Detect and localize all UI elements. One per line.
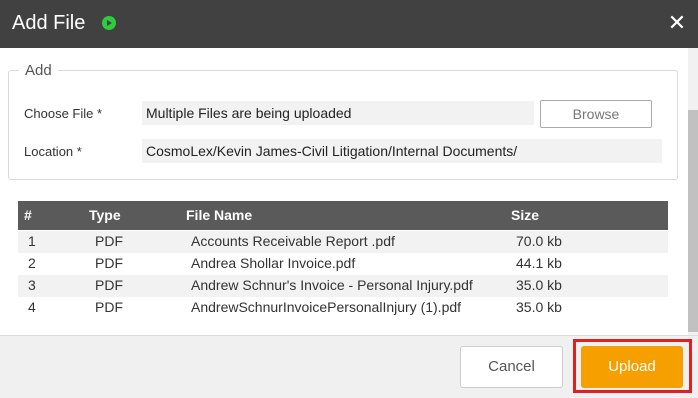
location-label: Location *: [24, 144, 82, 159]
row-type: PDF: [95, 255, 123, 271]
row-file-name: Andrew Schnur's Invoice - Personal Injur…: [191, 277, 473, 293]
col-header-size: Size: [511, 207, 540, 223]
row-file-name: Andrea Shollar Invoice.pdf: [191, 255, 356, 271]
choose-file-label: Choose File *: [24, 106, 103, 121]
col-header-file-name: File Name: [186, 207, 253, 223]
close-icon[interactable]: ✕: [666, 12, 688, 34]
row-size: 35.0 kb: [516, 299, 562, 315]
modal-header: Add File ✕: [0, 0, 698, 48]
row-file-name: AndrewSchnurInvoicePersonalInjury (1).pd…: [191, 299, 462, 315]
location-value: CosmoLex/Kevin James-Civil Litigation/In…: [142, 139, 662, 163]
row-type: PDF: [95, 233, 123, 249]
table-row: 4 PDF AndrewSchnurInvoicePersonalInjury …: [18, 297, 668, 319]
scrollbar-thumb[interactable]: [688, 110, 698, 332]
row-type: PDF: [95, 299, 123, 315]
row-size: 44.1 kb: [516, 255, 562, 271]
row-number: 3: [28, 277, 36, 293]
add-legend: Add: [25, 62, 52, 79]
table-row: 3 PDF Andrew Schnur's Invoice - Personal…: [18, 275, 668, 297]
choose-file-value: Multiple Files are being uploaded: [142, 101, 534, 125]
row-file-name: Accounts Receivable Report .pdf: [191, 233, 395, 249]
cancel-button[interactable]: Cancel: [460, 346, 563, 388]
upload-button[interactable]: Upload: [581, 346, 683, 388]
row-number: 4: [28, 299, 36, 315]
col-header-number: #: [24, 207, 32, 223]
table-row: 2 PDF Andrea Shollar Invoice.pdf 44.1 kb: [18, 253, 668, 275]
row-type: PDF: [95, 277, 123, 293]
file-table-header: # Type File Name Size: [18, 201, 668, 230]
row-number: 1: [28, 233, 36, 249]
table-row: 1 PDF Accounts Receivable Report .pdf 70…: [18, 231, 668, 253]
add-file-modal: Add File ✕ Add Choose File * Multiple Fi…: [0, 0, 698, 398]
row-number: 2: [28, 255, 36, 271]
col-header-type: Type: [89, 207, 121, 223]
row-size: 35.0 kb: [516, 277, 562, 293]
play-circle-icon[interactable]: [102, 16, 116, 30]
browse-button[interactable]: Browse: [540, 100, 652, 128]
modal-title: Add File: [12, 12, 86, 34]
row-size: 70.0 kb: [516, 233, 562, 249]
